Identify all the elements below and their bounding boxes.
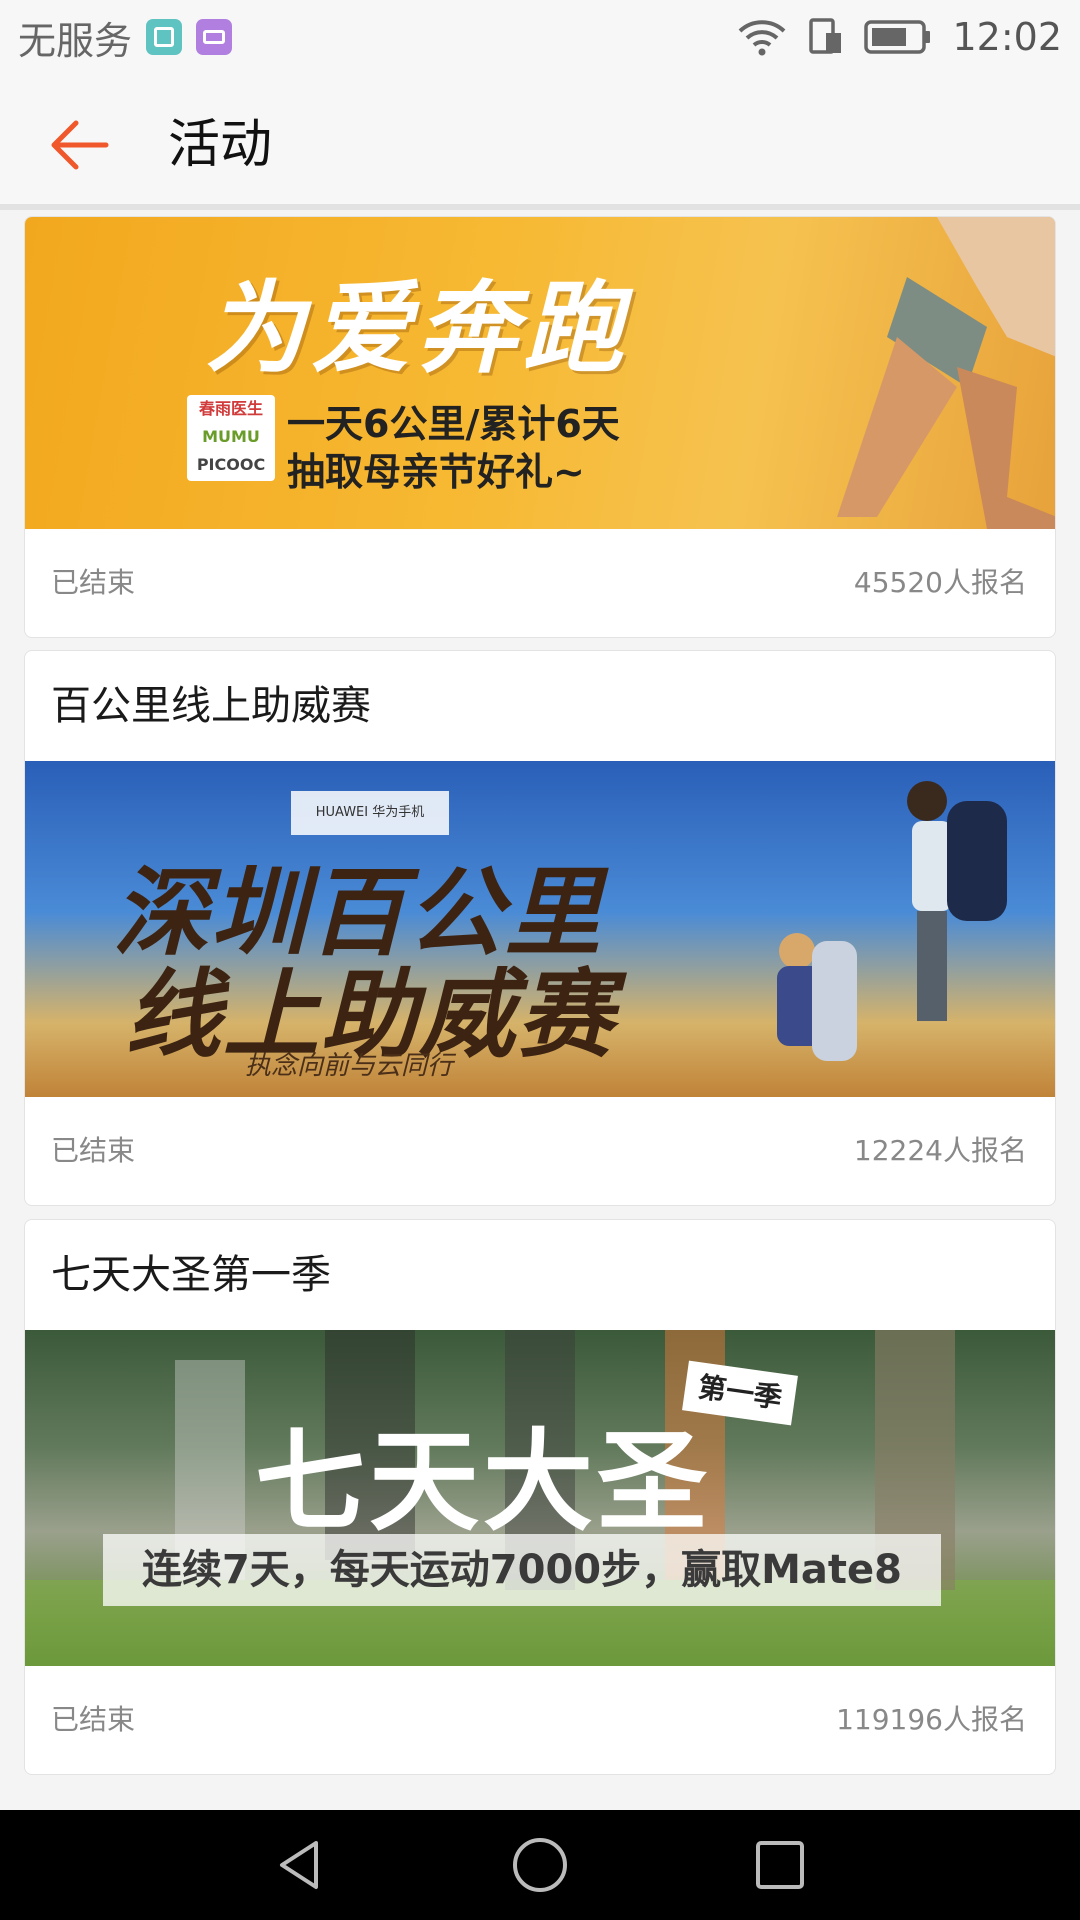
card-footer: 已结束 12224人报名: [25, 1097, 1055, 1205]
sim-icon: [809, 18, 842, 54]
activity-title: 七天大圣第一季: [51, 1252, 331, 1298]
hikers-illustration: [777, 781, 1007, 1061]
activity-status: 已结束: [51, 1703, 136, 1736]
card-footer: 已结束 45520人报名: [25, 529, 1055, 637]
partner-logos: 春雨医生 MUMU PICOOC: [187, 395, 275, 481]
partner-logo: MUMU: [202, 427, 260, 446]
activity-banner[interactable]: HUAWEI 华为手机 深圳百公里 线上助威赛 执念向前与云同行: [25, 761, 1055, 1097]
runner-illustration: [837, 217, 1055, 529]
activity-list[interactable]: 为爱奔跑 春雨医生 MUMU PICOOC 一天6公里/累计6天 抽取母亲节好礼…: [0, 210, 1080, 1810]
banner-headline: 七天大圣: [255, 1418, 711, 1546]
banner-line: 抽取母亲节好礼~: [287, 450, 585, 494]
banner-headline: 为爱奔跑: [205, 270, 629, 387]
partner-logo: PICOOC: [196, 455, 266, 474]
activity-banner[interactable]: 七天大圣 第一季 连续7天，每天运动7000步，赢取Mate8: [25, 1330, 1055, 1666]
nav-recents-icon: [756, 1841, 804, 1889]
back-arrow-icon: [51, 120, 109, 170]
banner-line: 一天6公里/累计6天: [287, 402, 620, 446]
nav-back-icon: [280, 1841, 318, 1889]
clock: 12:02: [952, 15, 1062, 59]
activity-card[interactable]: 为爱奔跑 春雨医生 MUMU PICOOC 一天6公里/累计6天 抽取母亲节好礼…: [24, 216, 1056, 638]
carrier-label: 无服务: [18, 18, 133, 63]
activity-banner[interactable]: 为爱奔跑 春雨医生 MUMU PICOOC 一天6公里/累计6天 抽取母亲节好礼…: [25, 217, 1055, 529]
activity-status: 已结束: [51, 566, 136, 599]
signup-count: 12224人报名: [853, 1134, 1027, 1167]
card-footer: 已结束 119196人报名: [25, 1666, 1055, 1774]
app-header: 活动: [0, 75, 1080, 210]
nav-recents-button[interactable]: [750, 1835, 810, 1895]
activity-status: 已结束: [51, 1134, 136, 1167]
activity-title: 百公里线上助威赛: [51, 683, 371, 729]
status-bar: 无服务 12:02: [0, 0, 1080, 75]
gallery-app-icon: [146, 19, 183, 55]
page-title: 活动: [168, 115, 273, 175]
signup-count: 119196人报名: [836, 1703, 1027, 1736]
nav-home-icon: [513, 1838, 567, 1892]
keyboard-app-icon: [196, 19, 233, 55]
partner-logo: 春雨医生: [198, 399, 263, 418]
back-button[interactable]: [40, 105, 120, 185]
nav-back-button[interactable]: [270, 1835, 330, 1895]
battery-icon: [864, 20, 931, 54]
status-right: 12:02: [736, 12, 1062, 62]
banner-slogan: 执念向前与云同行: [245, 1051, 454, 1081]
wifi-icon: [739, 20, 786, 56]
activity-card[interactable]: 七天大圣第一季 七天大圣 第一季 连续7天，每天运动7000步，赢取Mate8 …: [24, 1219, 1056, 1775]
nav-home-button[interactable]: [510, 1835, 570, 1895]
signup-count: 45520人报名: [853, 566, 1027, 599]
banner-strip: 连续7天，每天运动7000步，赢取Mate8: [103, 1534, 941, 1606]
brand-badge: HUAWEI 华为手机: [291, 791, 449, 835]
system-nav-bar: [0, 1810, 1080, 1920]
activity-card[interactable]: 百公里线上助威赛 HUAWEI 华为手机 深圳百公里 线上助威赛 执念向前与云同…: [24, 650, 1056, 1206]
status-left: 无服务: [18, 12, 233, 63]
